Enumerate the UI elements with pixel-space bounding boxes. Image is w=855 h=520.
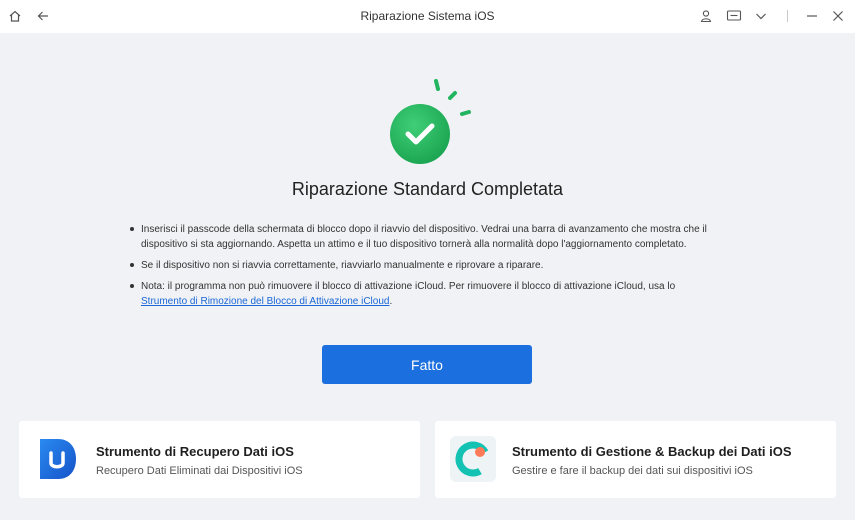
chat-icon[interactable] xyxy=(725,7,743,25)
note-text: Nota: il programma non può rimuovere il … xyxy=(141,281,676,292)
note-text: Inserisci il passcode della schermata di… xyxy=(141,224,707,250)
note-text: Se il dispositivo non si riavvia corrett… xyxy=(141,260,544,271)
card-title: Strumento di Recupero Dati iOS xyxy=(96,444,294,459)
title-bar: Riparazione Sistema iOS xyxy=(0,0,855,33)
note-item: Inserisci il passcode della schermata di… xyxy=(128,222,738,252)
note-item: Se il dispositivo non si riavvia corrett… xyxy=(128,258,738,273)
done-button[interactable]: Fatto xyxy=(322,345,532,384)
minimize-icon[interactable] xyxy=(803,7,821,25)
note-link-suffix: . xyxy=(389,296,393,307)
icloud-removal-link[interactable]: Strumento di Rimozione del Blocco di Att… xyxy=(141,296,389,307)
chevron-down-icon[interactable] xyxy=(752,7,770,25)
card-subtitle: Recupero Dati Eliminati dai Dispositivi … xyxy=(96,465,303,477)
note-item: Nota: il programma non può rimuovere il … xyxy=(128,279,738,309)
notes-list: Inserisci il passcode della schermata di… xyxy=(128,222,738,315)
close-icon[interactable] xyxy=(829,7,847,25)
card-title: Strumento di Gestione & Backup dei Dati … xyxy=(512,444,792,459)
data-recovery-logo-icon xyxy=(40,439,76,479)
page-title: Riparazione Standard Completata xyxy=(291,179,564,199)
user-icon[interactable] xyxy=(697,7,715,25)
backup-manager-card[interactable]: Strumento di Gestione & Backup dei Dati … xyxy=(435,421,836,498)
success-check-icon xyxy=(390,104,450,164)
card-subtitle: Gestire e fare il backup dei dati sui di… xyxy=(512,465,753,477)
data-recovery-card[interactable]: Strumento di Recupero Dati iOS Recupero … xyxy=(19,421,420,498)
title-bar-divider xyxy=(787,10,788,22)
backup-manager-logo-icon xyxy=(450,436,496,482)
